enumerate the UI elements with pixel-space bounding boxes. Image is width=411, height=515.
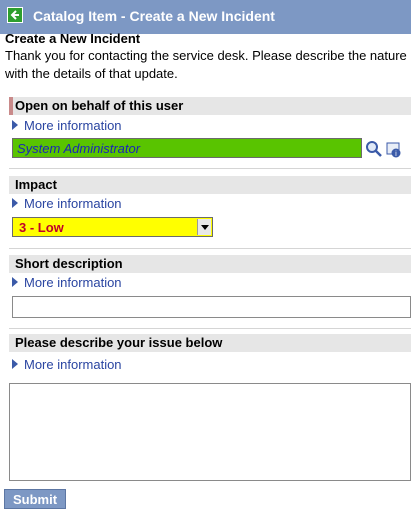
svg-text:i: i xyxy=(395,150,397,158)
more-info-label: More information xyxy=(24,117,122,133)
impact-select[interactable]: 3 - Low xyxy=(12,217,213,237)
more-info-label: More information xyxy=(24,356,122,372)
form-description-line-1: Thank you for contacting the service des… xyxy=(5,48,407,63)
page-title: Catalog Item - Create a New Incident xyxy=(33,8,275,24)
section-short-description-header: Short description xyxy=(9,255,411,273)
section-impact-label: Impact xyxy=(15,177,57,192)
expand-triangle-icon xyxy=(12,198,18,208)
form-description-line-2: with the details of that update. xyxy=(5,66,178,81)
section-short-description-label: Short description xyxy=(15,256,123,271)
mandatory-indicator xyxy=(9,97,13,115)
expand-triangle-icon xyxy=(12,359,18,369)
section-impact-header: Impact xyxy=(9,176,411,194)
expand-triangle-icon xyxy=(12,120,18,130)
divider xyxy=(9,328,411,329)
form-title: Create a New Incident xyxy=(5,31,141,46)
section-behalf-label: Open on behalf of this user xyxy=(15,98,184,113)
short-description-input[interactable] xyxy=(12,296,411,318)
title-bar: Catalog Item - Create a New Incident xyxy=(0,0,411,34)
chevron-down-icon[interactable] xyxy=(197,219,211,235)
section-behalf-header: Open on behalf of this user xyxy=(9,97,411,115)
reference-info-icon[interactable]: i xyxy=(386,142,402,158)
expand-triangle-icon xyxy=(12,277,18,287)
search-lookup-icon[interactable] xyxy=(365,140,383,158)
submit-button[interactable]: Submit xyxy=(4,489,66,509)
issue-description-textarea[interactable] xyxy=(9,383,411,481)
section-issue-header: Please describe your issue below xyxy=(9,334,411,352)
more-info-link-short-description[interactable]: More information xyxy=(12,274,122,290)
behalf-user-field[interactable]: System Administrator xyxy=(12,138,362,158)
more-info-label: More information xyxy=(24,195,122,211)
more-info-label: More information xyxy=(24,274,122,290)
more-info-link-behalf[interactable]: More information xyxy=(12,117,122,133)
more-info-link-issue[interactable]: More information xyxy=(12,356,122,372)
section-issue-label: Please describe your issue below xyxy=(15,335,223,350)
more-info-link-impact[interactable]: More information xyxy=(12,195,122,211)
form-description: Thank you for contacting the service des… xyxy=(5,47,411,83)
divider xyxy=(9,248,411,249)
back-arrow-icon[interactable] xyxy=(7,7,23,23)
impact-selected-value: 3 - Low xyxy=(19,220,64,235)
divider xyxy=(9,168,411,169)
